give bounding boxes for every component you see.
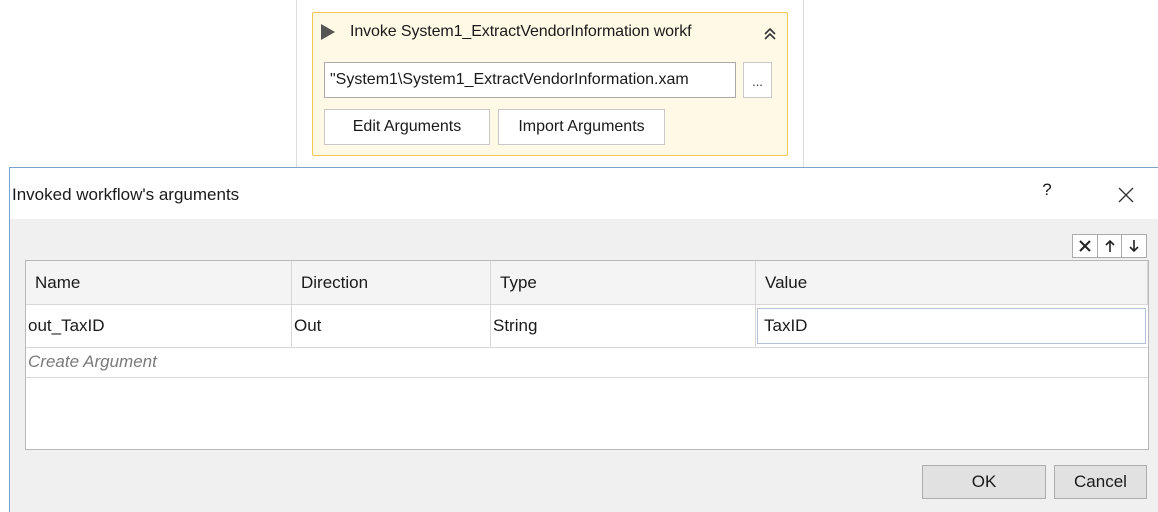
move-up-button[interactable]	[1096, 235, 1122, 257]
delete-x-icon	[1079, 240, 1091, 252]
argument-name-cell[interactable]: out_TaxID	[26, 305, 292, 347]
argument-type-cell[interactable]: String	[491, 305, 756, 347]
arguments-dialog: Invoked workflow's arguments ? Name Dire…	[9, 167, 1158, 512]
column-header-value[interactable]: Value	[756, 261, 1148, 305]
edit-arguments-button[interactable]: Edit Arguments	[324, 109, 490, 145]
activity-title: Invoke System1_ExtractVendorInformation …	[350, 23, 692, 40]
sequence-border-right	[803, 0, 804, 172]
column-header-direction[interactable]: Direction	[292, 261, 491, 305]
close-icon[interactable]	[1107, 178, 1143, 210]
argument-toolbar	[1072, 234, 1147, 258]
create-argument-row[interactable]: Create Argument	[26, 348, 1148, 378]
table-row[interactable]: out_TaxID Out String TaxID	[26, 305, 1148, 348]
argument-value-input[interactable]: TaxID	[757, 308, 1146, 344]
designer-canvas: Invoke System1_ExtractVendorInformation …	[0, 0, 1158, 512]
arrow-down-icon	[1129, 240, 1139, 253]
browse-button[interactable]: ...	[743, 62, 772, 98]
argument-direction-cell[interactable]: Out	[292, 305, 491, 347]
dialog-titlebar: Invoked workflow's arguments ?	[10, 168, 1158, 219]
play-icon	[321, 24, 335, 40]
sequence-border-left	[296, 0, 297, 172]
help-button[interactable]: ?	[1036, 180, 1058, 206]
delete-argument-button[interactable]	[1073, 235, 1097, 257]
import-arguments-button[interactable]: Import Arguments	[498, 109, 665, 145]
arguments-grid: Name Direction Type Value out_TaxID Out …	[25, 260, 1149, 450]
move-down-button[interactable]	[1121, 235, 1146, 257]
cancel-button[interactable]: Cancel	[1054, 465, 1147, 499]
grid-header: Name Direction Type Value	[26, 261, 1148, 305]
column-header-type[interactable]: Type	[491, 261, 756, 305]
dialog-title: Invoked workflow's arguments	[12, 185, 240, 204]
activity-header: Invoke System1_ExtractVendorInformation …	[313, 13, 787, 53]
workflow-file-path-input[interactable]: "System1\System1_ExtractVendorInformatio…	[324, 62, 736, 98]
column-header-name[interactable]: Name	[26, 261, 292, 305]
arrow-up-icon	[1104, 239, 1115, 252]
ok-button[interactable]: OK	[922, 465, 1046, 499]
invoke-workflow-activity[interactable]: Invoke System1_ExtractVendorInformation …	[312, 12, 788, 156]
double-chevron-up-icon[interactable]	[761, 25, 779, 43]
